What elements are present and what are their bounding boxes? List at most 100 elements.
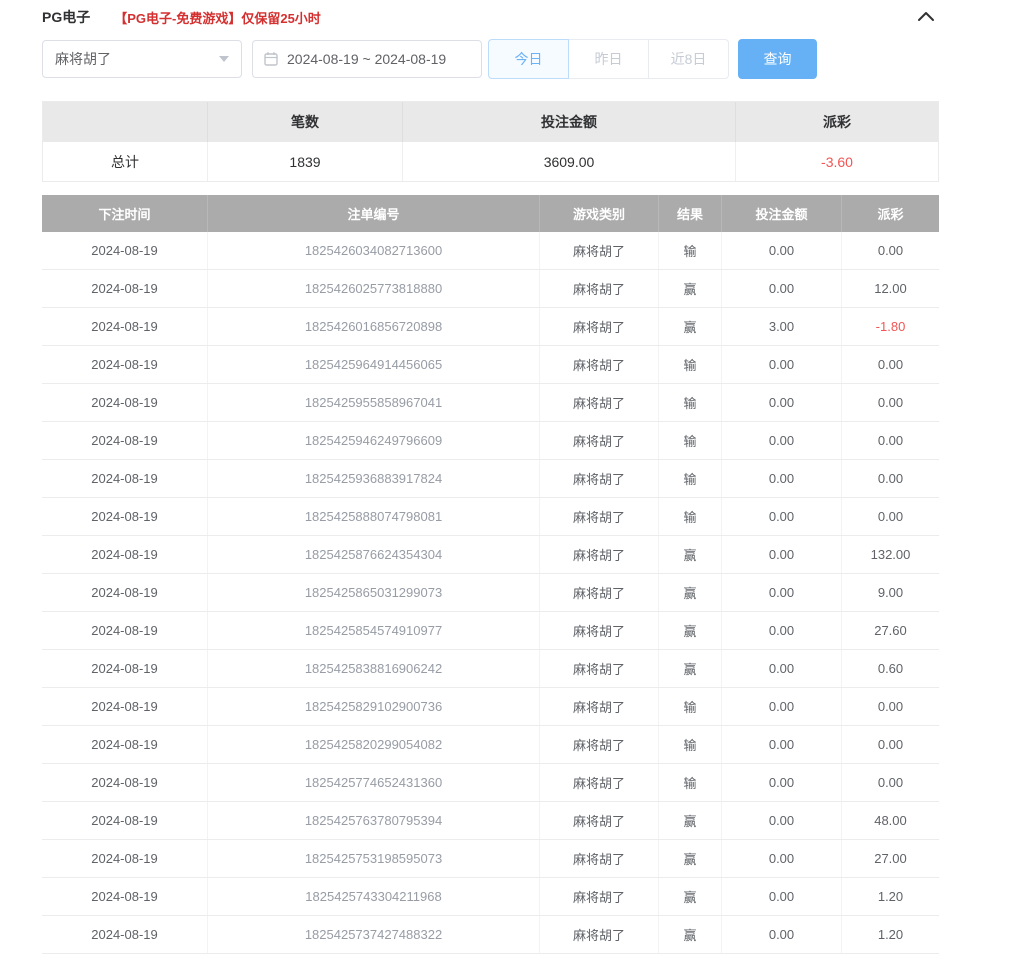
cell-result: 输 bbox=[659, 764, 722, 801]
cell-date: 2024-08-19 bbox=[42, 878, 208, 915]
cell-game-type: 麻将胡了 bbox=[540, 422, 659, 459]
cell-result: 赢 bbox=[659, 270, 722, 307]
cell-payout: 12.00 bbox=[842, 270, 939, 307]
game-select-value: 麻将胡了 bbox=[55, 49, 111, 69]
quick-filter-group: 今日 昨日 近8日 bbox=[488, 39, 729, 79]
cell-order-number: 1825425743304211968 bbox=[208, 878, 540, 915]
cell-payout: 132.00 bbox=[842, 536, 939, 573]
cell-order-number: 1825425854574910977 bbox=[208, 612, 540, 649]
cell-bet-amount: 0.00 bbox=[722, 346, 842, 383]
summary-table: 笔数 投注金额 派彩 总计 1839 3609.00 -3.60 bbox=[42, 101, 939, 182]
calendar-icon bbox=[263, 51, 279, 67]
quick-filter-yesterday[interactable]: 昨日 bbox=[568, 39, 649, 79]
chevron-up-icon bbox=[917, 11, 935, 23]
cell-date: 2024-08-19 bbox=[42, 688, 208, 725]
summary-payout-value: -3.60 bbox=[736, 142, 938, 181]
cell-order-number: 1825426034082713600 bbox=[208, 232, 540, 269]
cell-order-number: 1825425946249796609 bbox=[208, 422, 540, 459]
cell-date: 2024-08-19 bbox=[42, 270, 208, 307]
cell-payout: 1.20 bbox=[842, 916, 939, 953]
quick-filter-today[interactable]: 今日 bbox=[488, 39, 569, 79]
cell-bet-amount: 0.00 bbox=[722, 536, 842, 573]
cell-game-type: 麻将胡了 bbox=[540, 916, 659, 953]
cell-payout: 0.60 bbox=[842, 650, 939, 687]
cell-game-type: 麻将胡了 bbox=[540, 688, 659, 725]
cell-game-type: 麻将胡了 bbox=[540, 802, 659, 839]
search-button[interactable]: 查询 bbox=[738, 39, 817, 79]
cell-payout: -1.80 bbox=[842, 308, 939, 345]
cell-game-type: 麻将胡了 bbox=[540, 346, 659, 383]
cell-bet-amount: 0.00 bbox=[722, 688, 842, 725]
bet-table: 下注时间 注单编号 游戏类别 结果 投注金额 派彩 2024-08-19 182… bbox=[42, 195, 939, 954]
table-row: 2024-08-19 1825425946249796609 麻将胡了 输 0.… bbox=[42, 422, 939, 460]
cell-bet-amount: 0.00 bbox=[722, 384, 842, 421]
cell-date: 2024-08-19 bbox=[42, 498, 208, 535]
cell-date: 2024-08-19 bbox=[42, 726, 208, 763]
cell-game-type: 麻将胡了 bbox=[540, 840, 659, 877]
cell-result: 输 bbox=[659, 726, 722, 763]
col-header-game: 游戏类别 bbox=[540, 195, 659, 232]
cell-bet-amount: 0.00 bbox=[722, 612, 842, 649]
cell-payout: 0.00 bbox=[842, 688, 939, 725]
col-header-result: 结果 bbox=[659, 195, 722, 232]
cell-payout: 48.00 bbox=[842, 802, 939, 839]
table-row: 2024-08-19 1825426034082713600 麻将胡了 输 0.… bbox=[42, 232, 939, 270]
summary-count-value: 1839 bbox=[208, 142, 403, 181]
cell-game-type: 麻将胡了 bbox=[540, 612, 659, 649]
table-row: 2024-08-19 1825426025773818880 麻将胡了 赢 0.… bbox=[42, 270, 939, 308]
cell-result: 赢 bbox=[659, 650, 722, 687]
cell-bet-amount: 0.00 bbox=[722, 764, 842, 801]
table-row: 2024-08-19 1825425753198595073 麻将胡了 赢 0.… bbox=[42, 840, 939, 878]
cell-result: 赢 bbox=[659, 840, 722, 877]
cell-date: 2024-08-19 bbox=[42, 422, 208, 459]
cell-date: 2024-08-19 bbox=[42, 346, 208, 383]
cell-order-number: 1825425876624354304 bbox=[208, 536, 540, 573]
cell-date: 2024-08-19 bbox=[42, 232, 208, 269]
col-header-date: 下注时间 bbox=[42, 195, 208, 232]
summary-bet-value: 3609.00 bbox=[403, 142, 736, 181]
bet-table-body: 2024-08-19 1825426034082713600 麻将胡了 输 0.… bbox=[42, 232, 939, 954]
summary-header-bet: 投注金额 bbox=[403, 102, 736, 142]
summary-header-row: 笔数 投注金额 派彩 bbox=[43, 102, 938, 142]
cell-result: 赢 bbox=[659, 802, 722, 839]
cell-game-type: 麻将胡了 bbox=[540, 270, 659, 307]
cell-result: 赢 bbox=[659, 878, 722, 915]
table-row: 2024-08-19 1825425964914456065 麻将胡了 输 0.… bbox=[42, 346, 939, 384]
cell-result: 赢 bbox=[659, 612, 722, 649]
cell-date: 2024-08-19 bbox=[42, 460, 208, 497]
cell-payout: 0.00 bbox=[842, 460, 939, 497]
table-row: 2024-08-19 1825425888074798081 麻将胡了 输 0.… bbox=[42, 498, 939, 536]
cell-payout: 9.00 bbox=[842, 574, 939, 611]
cell-payout: 0.00 bbox=[842, 726, 939, 763]
cell-result: 输 bbox=[659, 688, 722, 725]
cell-game-type: 麻将胡了 bbox=[540, 536, 659, 573]
cell-order-number: 1825425820299054082 bbox=[208, 726, 540, 763]
cell-game-type: 麻将胡了 bbox=[540, 574, 659, 611]
table-row: 2024-08-19 1825425763780795394 麻将胡了 赢 0.… bbox=[42, 802, 939, 840]
cell-order-number: 1825425936883917824 bbox=[208, 460, 540, 497]
cell-date: 2024-08-19 bbox=[42, 764, 208, 801]
filter-bar: 麻将胡了 2024-08-19 ~ 2024-08-19 今日 昨日 近8日 查… bbox=[42, 39, 939, 79]
cell-payout: 0.00 bbox=[842, 346, 939, 383]
date-range-picker[interactable]: 2024-08-19 ~ 2024-08-19 bbox=[252, 40, 482, 78]
cell-order-number: 1825425737427488322 bbox=[208, 916, 540, 953]
collapse-button[interactable] bbox=[913, 7, 939, 27]
game-select[interactable]: 麻将胡了 bbox=[42, 40, 242, 78]
cell-order-number: 1825425774652431360 bbox=[208, 764, 540, 801]
table-row: 2024-08-19 1825426016856720898 麻将胡了 赢 3.… bbox=[42, 308, 939, 346]
cell-payout: 0.00 bbox=[842, 498, 939, 535]
cell-date: 2024-08-19 bbox=[42, 916, 208, 953]
cell-bet-amount: 0.00 bbox=[722, 460, 842, 497]
col-header-order: 注单编号 bbox=[208, 195, 540, 232]
cell-result: 赢 bbox=[659, 574, 722, 611]
cell-game-type: 麻将胡了 bbox=[540, 878, 659, 915]
cell-order-number: 1825425865031299073 bbox=[208, 574, 540, 611]
cell-payout: 27.60 bbox=[842, 612, 939, 649]
date-range-value: 2024-08-19 ~ 2024-08-19 bbox=[287, 51, 446, 67]
chevron-down-icon bbox=[219, 56, 229, 62]
report-panel: PG电子 【PG电子-免费游戏】仅保留25小时 麻将胡了 2024-08-19 … bbox=[42, 0, 939, 954]
panel-header: PG电子 【PG电子-免费游戏】仅保留25小时 bbox=[42, 0, 939, 30]
quick-filter-last8days[interactable]: 近8日 bbox=[648, 39, 729, 79]
cell-payout: 0.00 bbox=[842, 232, 939, 269]
col-header-bet: 投注金额 bbox=[722, 195, 842, 232]
